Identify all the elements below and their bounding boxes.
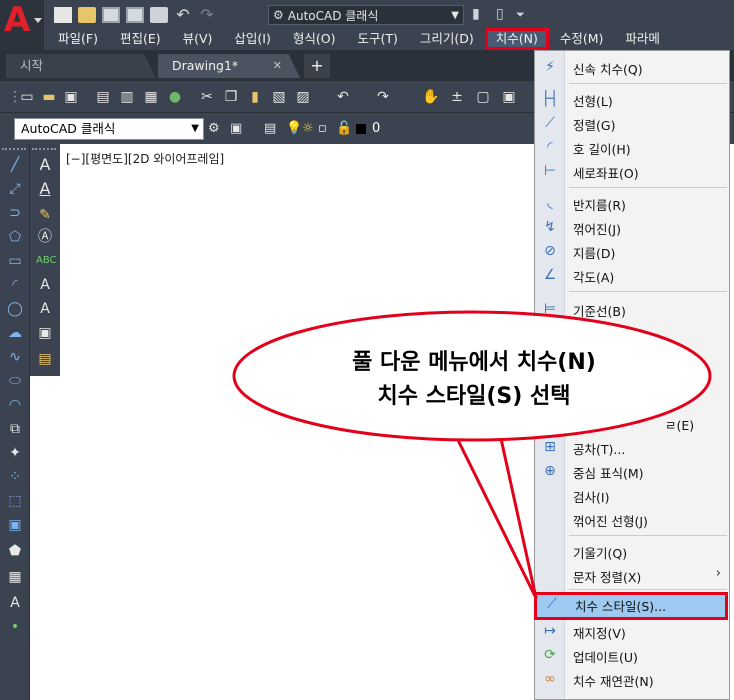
callout-line-2: 치수 스타일(S) 선택	[377, 384, 571, 409]
callout-ellipse	[232, 310, 712, 442]
callout-pointer	[454, 432, 538, 600]
callout-line-1: 풀 다운 메뉴에서 치수(N)	[352, 350, 596, 375]
